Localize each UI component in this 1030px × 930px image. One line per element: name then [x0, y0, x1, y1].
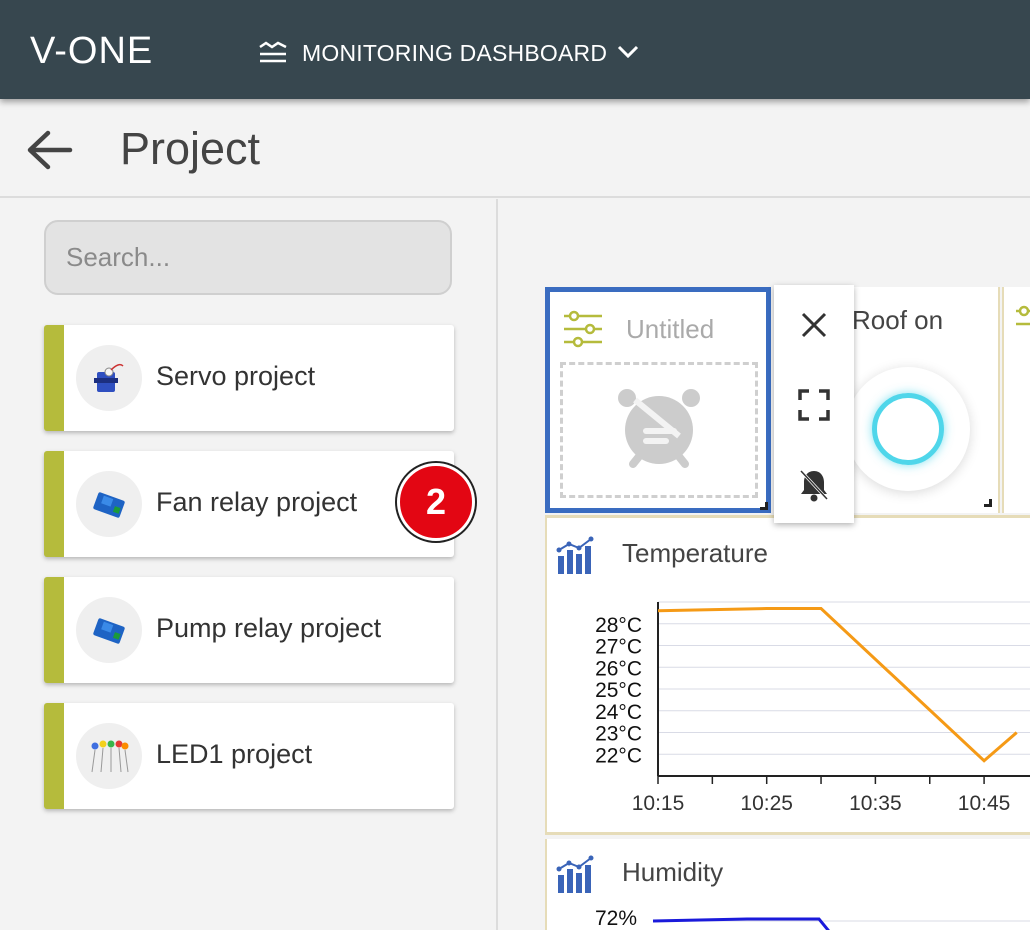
x-tick-label: 10:25 — [740, 792, 793, 815]
sliders-icon — [1014, 305, 1030, 348]
sliders-icon — [562, 310, 604, 353]
temperature-chart-widget[interactable]: Temperature 28°C 27°C 26°C 25°C 24°C 23°C 22°C… — [545, 515, 1030, 835]
untitled-widget[interactable]: Untitled — [545, 287, 771, 513]
roof-toggle-button[interactable] — [846, 367, 970, 491]
relay-thumbnail — [76, 471, 142, 537]
y-tick-label: 26°C — [595, 657, 642, 680]
alarm-off-icon — [611, 380, 707, 481]
y-tick-label: 27°C — [595, 636, 642, 659]
dashboard-menu-label: MONITORING DASHBOARD — [302, 40, 608, 66]
humidity-line-chart: 72% — [595, 909, 1030, 930]
widget-placeholder — [560, 362, 758, 498]
x-tick-label: 10:45 — [958, 792, 1011, 815]
close-icon[interactable] — [796, 307, 832, 343]
widget-title: Roof on — [852, 305, 944, 335]
led-thumbnail — [76, 723, 142, 789]
y-tick-label: 22°C — [595, 744, 642, 767]
project-item-pump-relay[interactable]: Pump relay project — [44, 577, 454, 683]
servo-thumbnail — [76, 345, 142, 411]
page-title: Project — [120, 123, 261, 174]
y-tick-label: 23°C — [595, 723, 642, 746]
top-bar: V-ONE MONITORING DASHBOARD — [0, 0, 1030, 99]
project-item-led1[interactable]: LED1 project — [44, 703, 454, 809]
project-name: Fan relay project — [156, 487, 358, 517]
toggle-ring — [872, 393, 944, 465]
y-tick-label: 28°C — [595, 614, 642, 637]
back-arrow-icon[interactable] — [26, 129, 74, 176]
partial-widget[interactable] — [1002, 287, 1030, 513]
project-sidebar: Servo project Fan relay project 2 Pump r… — [0, 199, 498, 930]
chart-icon — [555, 536, 595, 581]
y-tick-label: 25°C — [595, 679, 642, 702]
dashboard-canvas: Untitled Roof on Temperature 28°C 27°C 2… — [500, 199, 1030, 930]
project-name: Servo project — [156, 361, 316, 391]
notifications-off-icon[interactable] — [796, 467, 832, 503]
app-logo[interactable]: V-ONE — [30, 30, 153, 73]
dashboard-menu[interactable]: MONITORING DASHBOARD — [258, 38, 639, 69]
dashboard-icon — [258, 38, 288, 69]
chart-title: Temperature — [622, 538, 768, 568]
chart-icon — [555, 855, 595, 900]
x-tick-label: 10:35 — [849, 792, 902, 815]
resize-handle[interactable] — [760, 502, 768, 510]
project-name: LED1 project — [156, 739, 313, 769]
page-header: Project — [0, 99, 1030, 198]
resize-handle[interactable] — [984, 499, 992, 507]
chart-title: Humidity — [622, 857, 724, 887]
project-name: Pump relay project — [156, 613, 382, 643]
project-item-servo[interactable]: Servo project — [44, 325, 454, 431]
y-tick-label: 72% — [595, 909, 637, 930]
x-tick-label: 10:15 — [632, 792, 685, 815]
notification-badge: 2 — [397, 463, 475, 541]
humidity-chart-widget[interactable]: Humidity 72% — [545, 839, 1030, 930]
temperature-line-chart: 28°C27°C26°C25°C24°C23°C22°C 10:15 10:25 10… — [595, 601, 1030, 815]
search-input[interactable] — [44, 220, 452, 295]
y-tick-label: 24°C — [595, 701, 642, 724]
chevron-down-icon — [617, 45, 639, 64]
relay-thumbnail — [76, 597, 142, 663]
project-item-fan-relay[interactable]: Fan relay project 2 — [44, 451, 475, 557]
temperature-series-line — [657, 607, 1018, 763]
fullscreen-icon[interactable] — [796, 387, 832, 423]
widget-toolbar — [774, 285, 854, 523]
widget-title: Untitled — [626, 314, 715, 344]
